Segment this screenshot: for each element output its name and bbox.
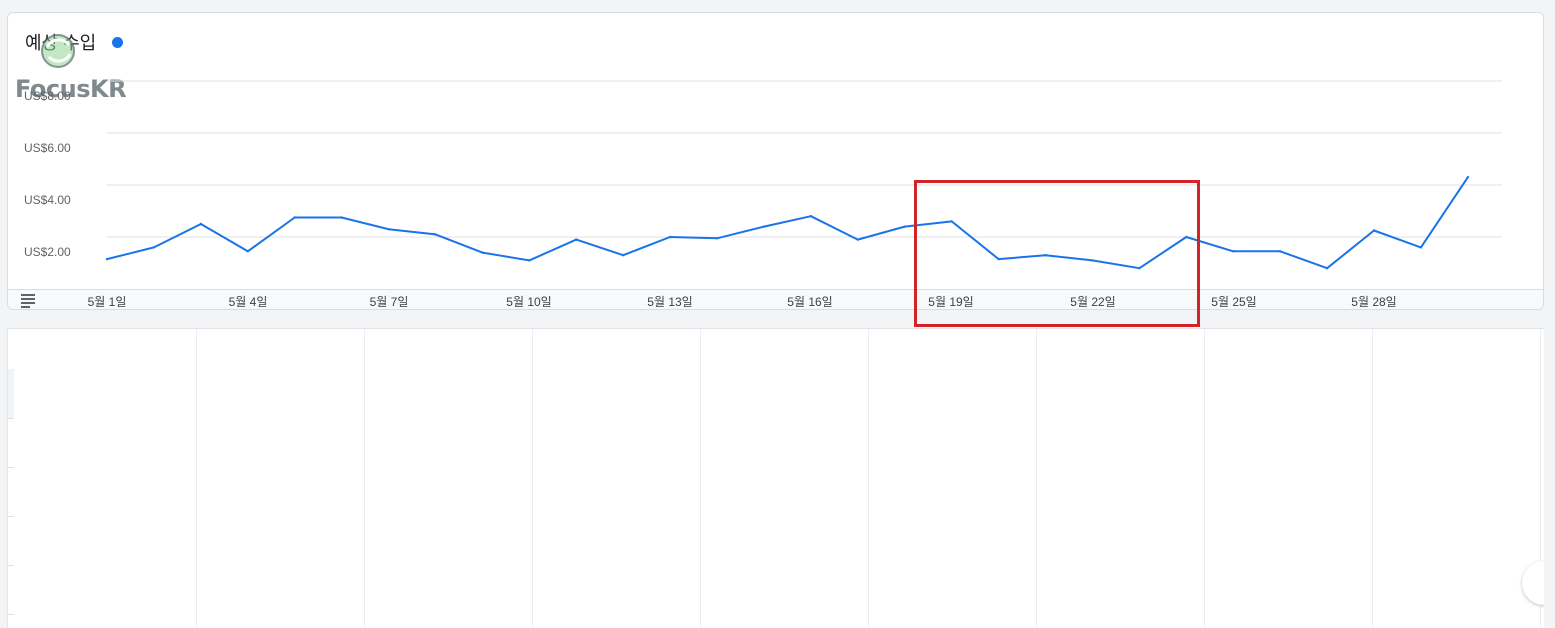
data-point[interactable] — [1185, 235, 1188, 239]
lower-report-panel — [7, 328, 1544, 628]
data-point[interactable] — [715, 237, 719, 240]
series-line[interactable] — [106, 176, 1469, 270]
row-tick — [8, 418, 14, 419]
data-point[interactable] — [668, 235, 672, 239]
x-tick-label: 5월 25일 — [1211, 295, 1257, 309]
data-point[interactable] — [1466, 176, 1470, 179]
x-tick-label: 5월 16일 — [787, 295, 833, 309]
data-point[interactable] — [621, 254, 625, 257]
data-point[interactable] — [1325, 267, 1329, 270]
data-point[interactable] — [152, 246, 156, 249]
x-tick-label: 5월 22일 — [1070, 295, 1116, 309]
x-tick-label: 5월 1일 — [87, 295, 127, 309]
chart-menu-icon[interactable] — [21, 294, 35, 308]
x-tick-label: 5월 4일 — [228, 295, 268, 309]
grid-line — [868, 329, 869, 628]
data-point[interactable] — [528, 259, 531, 262]
data-point[interactable] — [1372, 229, 1376, 232]
data-point[interactable] — [762, 225, 766, 228]
data-point[interactable] — [387, 228, 390, 231]
row-tick — [8, 565, 14, 566]
data-point[interactable] — [950, 220, 953, 223]
data-point[interactable] — [434, 233, 437, 236]
grid-line — [1372, 329, 1373, 628]
data-point[interactable] — [246, 250, 249, 253]
earnings-chart-card: 예상 수입 FocusKR US$6.00 US$4.00 US$2.00 US… — [7, 12, 1544, 310]
x-tick-label: 5월 7일 — [369, 295, 409, 309]
data-point[interactable] — [1091, 259, 1094, 262]
grid-line — [700, 329, 701, 628]
data-point[interactable] — [856, 238, 860, 241]
data-point[interactable] — [997, 257, 1000, 261]
grid-line — [532, 329, 533, 628]
data-point[interactable] — [481, 251, 484, 254]
data-point[interactable] — [105, 257, 109, 261]
row-tick — [8, 614, 14, 615]
x-tick-label: 5월 13일 — [647, 295, 693, 309]
row-tick — [8, 467, 14, 468]
x-tick-label: 5월 10일 — [506, 295, 552, 309]
data-point[interactable] — [1419, 246, 1423, 249]
data-point[interactable] — [293, 216, 296, 219]
data-point[interactable] — [1232, 250, 1235, 253]
data-point[interactable] — [809, 215, 813, 218]
data-point[interactable] — [1278, 250, 1282, 253]
grid-line — [1204, 329, 1205, 628]
data-point[interactable] — [1044, 254, 1047, 257]
data-point[interactable] — [199, 222, 203, 226]
grid-line — [1036, 329, 1037, 628]
data-point[interactable] — [340, 216, 343, 219]
grid-line — [364, 329, 365, 628]
scroll-button[interactable] — [1522, 561, 1544, 605]
panel-side-strip — [8, 369, 14, 419]
data-point[interactable] — [1138, 267, 1141, 270]
data-point[interactable] — [575, 238, 578, 241]
row-tick — [8, 516, 14, 517]
line-plot — [105, 80, 1502, 270]
grid-line — [196, 329, 197, 628]
data-point[interactable] — [903, 225, 906, 228]
x-tick-label: 5월 19일 — [928, 295, 974, 309]
x-tick-label: 5월 28일 — [1351, 295, 1397, 309]
